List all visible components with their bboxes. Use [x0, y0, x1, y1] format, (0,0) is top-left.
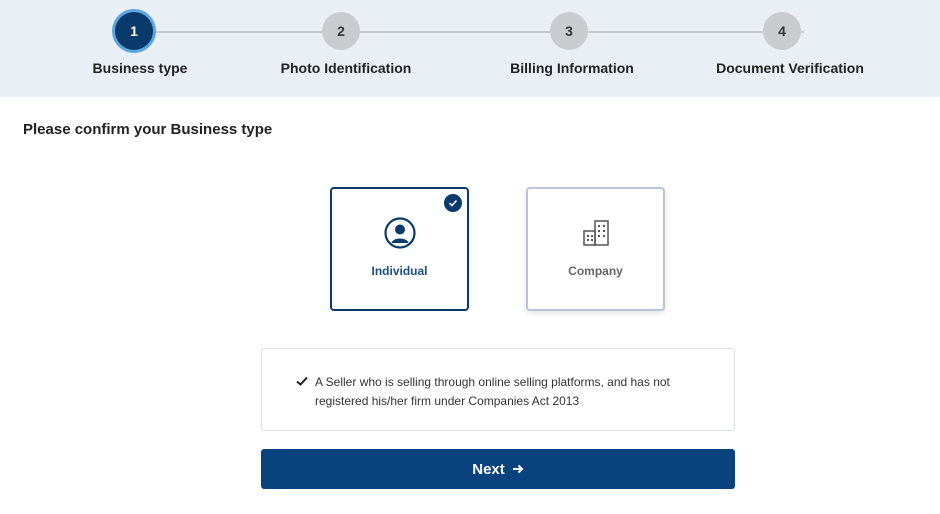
step-2-label: Photo Identification — [280, 60, 412, 76]
next-button[interactable]: Next — [261, 449, 735, 489]
step-business-type[interactable]: 1 Business type — [34, 0, 234, 97]
business-type-individual-card[interactable]: Individual — [330, 187, 469, 311]
description-text: A Seller who is selling through online s… — [315, 373, 695, 411]
page-title: Please confirm your Business type — [23, 121, 273, 138]
business-type-description: A Seller who is selling through online s… — [261, 348, 735, 431]
step-1-label: Business type — [92, 60, 188, 76]
progress-stepper: 1 Business type 2 Photo Identification 3… — [0, 0, 940, 97]
step-photo-identification[interactable]: 2 Photo Identification — [246, 0, 446, 97]
business-type-company-card[interactable]: Company — [526, 187, 665, 311]
step-billing-information[interactable]: 3 Billing Information — [472, 0, 672, 97]
step-4-label: Document Verification — [716, 60, 864, 76]
arrow-right-icon — [512, 463, 524, 475]
step-3-label: Billing Information — [510, 60, 634, 76]
step-document-verification[interactable]: 4 Document Verification — [690, 0, 890, 97]
selected-check-icon — [444, 194, 462, 212]
checkmark-icon — [295, 374, 309, 388]
next-button-label: Next — [472, 460, 505, 478]
individual-label: Individual — [371, 264, 428, 278]
step-4-indicator: 4 — [763, 12, 801, 50]
step-2-indicator: 2 — [322, 12, 360, 50]
step-1-indicator: 1 — [115, 12, 153, 50]
company-label: Company — [568, 264, 623, 278]
description-line-2: registered his/her firm under Companies … — [315, 394, 580, 408]
building-icon — [579, 216, 613, 250]
description-line-1: A Seller who is selling through online s… — [315, 375, 670, 389]
step-3-indicator: 3 — [550, 12, 588, 50]
user-circle-icon — [383, 216, 417, 250]
